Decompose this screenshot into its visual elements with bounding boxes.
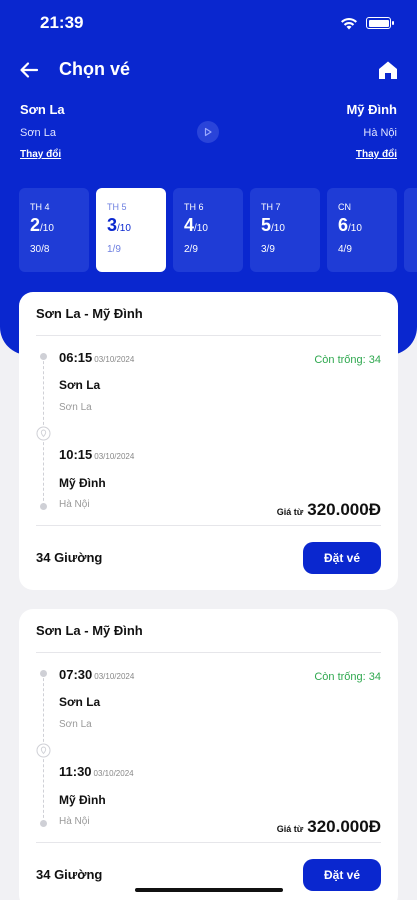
trip-timeline: 07:30 03/10/2024 Sơn La Sơn La 11:30 03/10…	[36, 653, 381, 843]
departure-time: 06:15 03/10/2024	[59, 350, 135, 365]
date-weekday: TH 4	[30, 202, 50, 212]
arrival-time: 10:15 03/10/2024	[59, 447, 135, 462]
from-province: Sơn La	[20, 127, 56, 139]
location-pin-icon	[36, 743, 51, 758]
date-day: 2	[30, 215, 41, 235]
departure-date: 03/10/2024	[94, 355, 135, 364]
battery-icon	[366, 17, 394, 29]
arrival-province: Hà Nội	[59, 816, 90, 827]
play-circle-icon[interactable]	[197, 121, 219, 143]
arrow-left-icon[interactable]	[18, 59, 40, 81]
bed-count: 34 Giường	[36, 550, 103, 565]
seats-available: Còn trống: 34	[314, 671, 381, 683]
date-lunar: 1/9	[107, 244, 121, 255]
departure-station: Sơn La	[59, 378, 101, 392]
arrival-station: Mỹ Đình	[59, 793, 106, 807]
date-selector: TH 4 2/10 30/8 TH 5 3/10 1/9 TH 6 4/10 2…	[19, 188, 417, 272]
price: Giá từ 320.000Đ	[277, 500, 381, 520]
trip-route: Sơn La - Mỹ Đình	[36, 292, 381, 336]
seats-available: Còn trống: 34	[314, 354, 381, 366]
to-city: Mỹ Đình	[346, 102, 397, 117]
date-lunar: 2/9	[184, 244, 198, 255]
route-from: Sơn La Sơn La Thay đổi	[20, 102, 65, 160]
trip-timeline: 06:15 03/10/2024 Sơn La Sơn La 10:15 03/10…	[36, 336, 381, 526]
date-card[interactable]: CN 6/10 4/9	[327, 188, 397, 272]
status-icons	[340, 16, 394, 30]
play-icon	[204, 127, 212, 137]
date-day: 6	[338, 215, 349, 235]
date-month: /10	[40, 223, 54, 234]
trip-card[interactable]: Sơn La - Mỹ Đình 07:30 03/10/2024 Sơn La …	[19, 609, 398, 900]
trip-footer: 34 Giường Đặt vé	[36, 526, 381, 590]
date-lunar: 4/9	[338, 244, 352, 255]
departure-date: 03/10/2024	[94, 672, 135, 681]
top-nav: Chọn vé	[0, 52, 417, 88]
date-month: /10	[348, 223, 362, 234]
location-pin-icon	[36, 426, 51, 441]
status-bar: 21:39	[0, 0, 417, 48]
arrival-station: Mỹ Đình	[59, 476, 106, 490]
timeline-start-dot	[40, 353, 47, 360]
departure-station: Sơn La	[59, 695, 101, 709]
departure-province: Sơn La	[59, 719, 92, 730]
to-province: Hà Nội	[363, 127, 397, 139]
arrival-province: Hà Nội	[59, 499, 90, 510]
status-time: 21:39	[40, 13, 84, 32]
date-month: /10	[117, 223, 131, 234]
arrival-time: 11:30 03/10/2024	[59, 764, 134, 779]
date-weekday: TH 7	[261, 202, 281, 212]
price-value: 320.000Đ	[307, 500, 381, 519]
price-value: 320.000Đ	[307, 817, 381, 836]
bed-count: 34 Giường	[36, 867, 103, 882]
trip-route: Sơn La - Mỹ Đình	[36, 609, 381, 653]
arrival-date: 03/10/2024	[94, 452, 135, 461]
trip-card[interactable]: Sơn La - Mỹ Đình 06:15 03/10/2024 Sơn La …	[19, 292, 398, 590]
date-weekday: TH 6	[184, 202, 204, 212]
date-weekday: TH 5	[107, 202, 127, 212]
price-label: Giá từ	[276, 824, 304, 834]
date-card[interactable]	[404, 188, 417, 272]
date-lunar: 3/9	[261, 244, 275, 255]
wifi-icon	[341, 17, 357, 30]
date-card[interactable]: TH 4 2/10 30/8	[19, 188, 89, 272]
book-button[interactable]: Đặt vé	[303, 859, 381, 891]
departure-time: 07:30 03/10/2024	[59, 667, 135, 682]
change-to-link[interactable]: Thay đổi	[346, 149, 397, 160]
date-weekday: CN	[338, 202, 351, 212]
date-day: 4	[184, 215, 195, 235]
timeline-start-dot	[40, 670, 47, 677]
date-card[interactable]: TH 6 4/10 2/9	[173, 188, 243, 272]
route-to: Mỹ Đình Hà Nội Thay đổi	[346, 102, 397, 160]
date-month: /10	[271, 223, 285, 234]
date-card-selected[interactable]: TH 5 3/10 1/9	[96, 188, 166, 272]
arrival-date: 03/10/2024	[93, 769, 134, 778]
home-indicator[interactable]	[135, 888, 283, 892]
page-title: Chọn vé	[59, 59, 131, 79]
book-button[interactable]: Đặt vé	[303, 542, 381, 574]
departure-province: Sơn La	[59, 402, 92, 413]
home-icon[interactable]	[377, 59, 399, 81]
change-from-link[interactable]: Thay đổi	[20, 149, 65, 160]
date-day: 5	[261, 215, 272, 235]
timeline-end-dot	[40, 820, 47, 827]
date-lunar: 30/8	[30, 244, 50, 255]
timeline-end-dot	[40, 503, 47, 510]
price-label: Giá từ	[276, 507, 304, 517]
from-city: Sơn La	[20, 102, 65, 117]
date-card[interactable]: TH 7 5/10 3/9	[250, 188, 320, 272]
date-day: 3	[107, 215, 118, 235]
date-month: /10	[194, 223, 208, 234]
price: Giá từ 320.000Đ	[277, 817, 381, 837]
